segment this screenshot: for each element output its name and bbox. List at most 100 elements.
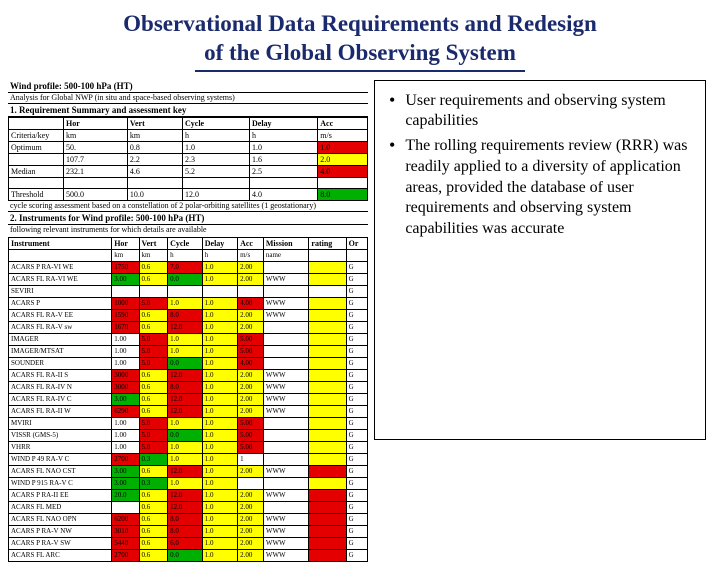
inst-cell: G: [346, 321, 367, 333]
inst-cell: 0.6: [139, 465, 168, 477]
inst-unit: [346, 249, 367, 261]
inst-cell: WWW: [263, 525, 309, 537]
inst-cell: 20.0: [112, 489, 139, 501]
inst-cell: G: [346, 345, 367, 357]
req-cell: 10.0: [127, 188, 182, 200]
inst-cell: 1.00: [112, 357, 139, 369]
inst-cell: 1.0: [202, 441, 237, 453]
inst-cell: G: [346, 441, 367, 453]
inst-cell: WWW: [263, 549, 309, 561]
inst-cell: ACARS P: [9, 297, 112, 309]
req-cell: [249, 177, 317, 188]
inst-cell: 1.0: [202, 453, 237, 465]
inst-cell: [309, 453, 346, 465]
slide-title: Observational Data Requirements and Rede…: [0, 0, 720, 70]
inst-cell: 1.0: [202, 429, 237, 441]
inst-row: ACARS FL MED0.612.01.02.00 G: [9, 501, 368, 513]
inst-cell: IMAGER/MTSAT: [9, 345, 112, 357]
inst-cell: 2.00: [238, 489, 264, 501]
inst-cell: 2.00: [238, 369, 264, 381]
inst-col-header: Acc: [238, 237, 264, 249]
inst-cell: ACARS FL RA-VI WE: [9, 273, 112, 285]
inst-cell: 1.0: [202, 525, 237, 537]
inst-cell: 7.0: [168, 261, 203, 273]
inst-cell: G: [346, 453, 367, 465]
content-area: Wind profile: 500-100 hPa (HT) Analysis …: [0, 80, 720, 562]
inst-cell: 1.0: [202, 501, 237, 513]
req-unit: km: [127, 129, 182, 141]
inst-cell: G: [346, 405, 367, 417]
inst-row: ACARS FL RA-V EE15900.68.01.02.00WWW G: [9, 309, 368, 321]
inst-cell: [263, 501, 309, 513]
inst-cell: G: [346, 369, 367, 381]
inst-cell: 2.00: [238, 261, 264, 273]
inst-cell: [202, 285, 237, 297]
inst-unit: h: [168, 249, 203, 261]
inst-cell: 0.6: [139, 489, 168, 501]
inst-cell: 5.00: [238, 429, 264, 441]
req-cell: [127, 177, 182, 188]
req-cell: 4.0: [318, 165, 368, 177]
inst-cell: IMAGER: [9, 333, 112, 345]
inst-cell: 1.0: [202, 537, 237, 549]
req-row: Optimum50.0.81.01.01.0: [9, 141, 368, 153]
inst-row: ACARS FL RA-IV C3.000.612.01.02.00WWW G: [9, 393, 368, 405]
inst-cell: [309, 381, 346, 393]
inst-cell: G: [346, 261, 367, 273]
inst-col-header: Or: [346, 237, 367, 249]
instruments-subline: following relevant instruments for which…: [8, 225, 368, 235]
inst-cell: 8.0: [168, 513, 203, 525]
title-line2: of the Global Observing System: [204, 40, 516, 65]
inst-cell: [309, 285, 346, 297]
inst-row: ACARS P RA-VI WE17500.67.01.02.00 G: [9, 261, 368, 273]
inst-cell: 5.0: [139, 441, 168, 453]
inst-cell: [309, 321, 346, 333]
inst-cell: ACARS FL RA-V sw: [9, 321, 112, 333]
inst-cell: G: [346, 501, 367, 513]
inst-row: WIND P 49 RA-V C27000.31.01.01 G: [9, 453, 368, 465]
inst-cell: 1.00: [112, 333, 139, 345]
inst-cell: 6.0: [168, 537, 203, 549]
inst-cell: [168, 285, 203, 297]
inst-cell: [309, 489, 346, 501]
inst-cell: 12.0: [168, 501, 203, 513]
inst-cell: 1000: [112, 297, 139, 309]
inst-cell: G: [346, 393, 367, 405]
inst-cell: [139, 285, 168, 297]
inst-cell: 0.6: [139, 501, 168, 513]
inst-cell: 2.00: [238, 501, 264, 513]
inst-cell: WWW: [263, 273, 309, 285]
inst-unit: [9, 249, 112, 261]
inst-cell: WWW: [263, 405, 309, 417]
inst-row: ACARS FL RA-IV N30000.68.01.02.00WWW G: [9, 381, 368, 393]
inst-cell: G: [346, 357, 367, 369]
inst-cell: 6290: [112, 405, 139, 417]
inst-cell: 1.0: [202, 321, 237, 333]
inst-cell: [309, 537, 346, 549]
inst-unit: [309, 249, 346, 261]
inst-cell: 2.00: [238, 273, 264, 285]
inst-cell: WWW: [263, 489, 309, 501]
inst-cell: 3.00: [112, 273, 139, 285]
inst-cell: ACARS FL RA-II S: [9, 369, 112, 381]
inst-cell: 1.00: [112, 429, 139, 441]
title-underline: [195, 70, 525, 72]
inst-cell: 12.0: [168, 369, 203, 381]
inst-cell: G: [346, 273, 367, 285]
inst-unit: km: [139, 249, 168, 261]
inst-cell: [263, 345, 309, 357]
inst-cell: G: [346, 513, 367, 525]
req-unit: h: [182, 129, 249, 141]
inst-cell: [112, 501, 139, 513]
req-row: 107.72.22.31.62.0: [9, 153, 368, 165]
inst-cell: 0.3: [139, 477, 168, 489]
inst-cell: [309, 417, 346, 429]
inst-cell: ACARS FL ARC: [9, 549, 112, 561]
inst-cell: 0.3: [139, 453, 168, 465]
inst-cell: SEVIRI: [9, 285, 112, 297]
inst-cell: 1.0: [168, 297, 203, 309]
inst-cell: 5440: [112, 537, 139, 549]
inst-cell: G: [346, 489, 367, 501]
inst-cell: WWW: [263, 465, 309, 477]
inst-row: ACARS P RA-V NW30100.68.01.02.00WWW G: [9, 525, 368, 537]
